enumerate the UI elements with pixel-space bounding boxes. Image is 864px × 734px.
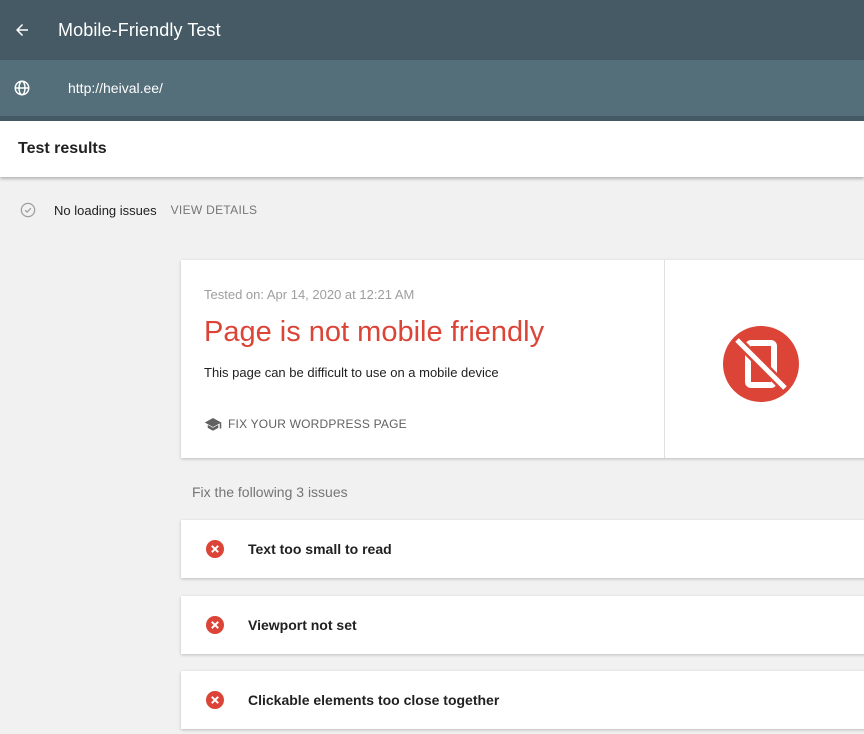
loading-status-row: No loading issues VIEW DETAILS: [0, 192, 257, 228]
error-icon: [206, 691, 224, 709]
graduation-cap-icon: [204, 418, 222, 431]
error-icon: [206, 616, 224, 634]
back-button[interactable]: [0, 0, 44, 60]
card-divider: [664, 260, 665, 458]
top-app-bar: Mobile-Friendly Test: [0, 0, 864, 60]
globe-icon: [14, 80, 30, 96]
globe-icon-wrap: [0, 60, 44, 116]
tested-on-timestamp: Tested on: Apr 14, 2020 at 12:21 AM: [204, 287, 415, 302]
verdict-title: Page is not mobile friendly: [204, 316, 545, 348]
issues-heading: Fix the following 3 issues: [192, 484, 348, 500]
issue-label: Clickable elements too close together: [248, 692, 500, 708]
error-icon: [206, 540, 224, 558]
app-title: Mobile-Friendly Test: [58, 19, 221, 40]
url-bar[interactable]: http://heival.ee/: [0, 60, 864, 116]
arrow-back-icon: [16, 24, 28, 36]
issue-row[interactable]: Text too small to read: [181, 520, 864, 578]
result-card: Tested on: Apr 14, 2020 at 12:21 AM Page…: [181, 260, 864, 458]
issue-row[interactable]: Viewport not set: [181, 596, 864, 654]
loading-status-text: No loading issues: [54, 202, 157, 218]
fix-link-label: FIX YOUR WORDPRESS PAGE: [228, 417, 407, 431]
check-circle-icon: [20, 202, 36, 218]
issue-label: Text too small to read: [248, 541, 392, 557]
results-title: Test results: [18, 140, 107, 157]
issue-row[interactable]: Clickable elements too close together: [181, 671, 864, 729]
verdict-description: This page can be difficult to use on a m…: [204, 365, 499, 380]
mobile-off-icon: [723, 326, 799, 402]
fix-wordpress-link[interactable]: FIX YOUR WORDPRESS PAGE: [204, 417, 407, 431]
results-header: Test results: [0, 121, 864, 177]
view-details-link[interactable]: VIEW DETAILS: [171, 203, 258, 217]
result-summary: Tested on: Apr 14, 2020 at 12:21 AM Page…: [181, 260, 664, 458]
tested-url[interactable]: http://heival.ee/: [68, 80, 163, 96]
issue-label: Viewport not set: [248, 617, 357, 633]
